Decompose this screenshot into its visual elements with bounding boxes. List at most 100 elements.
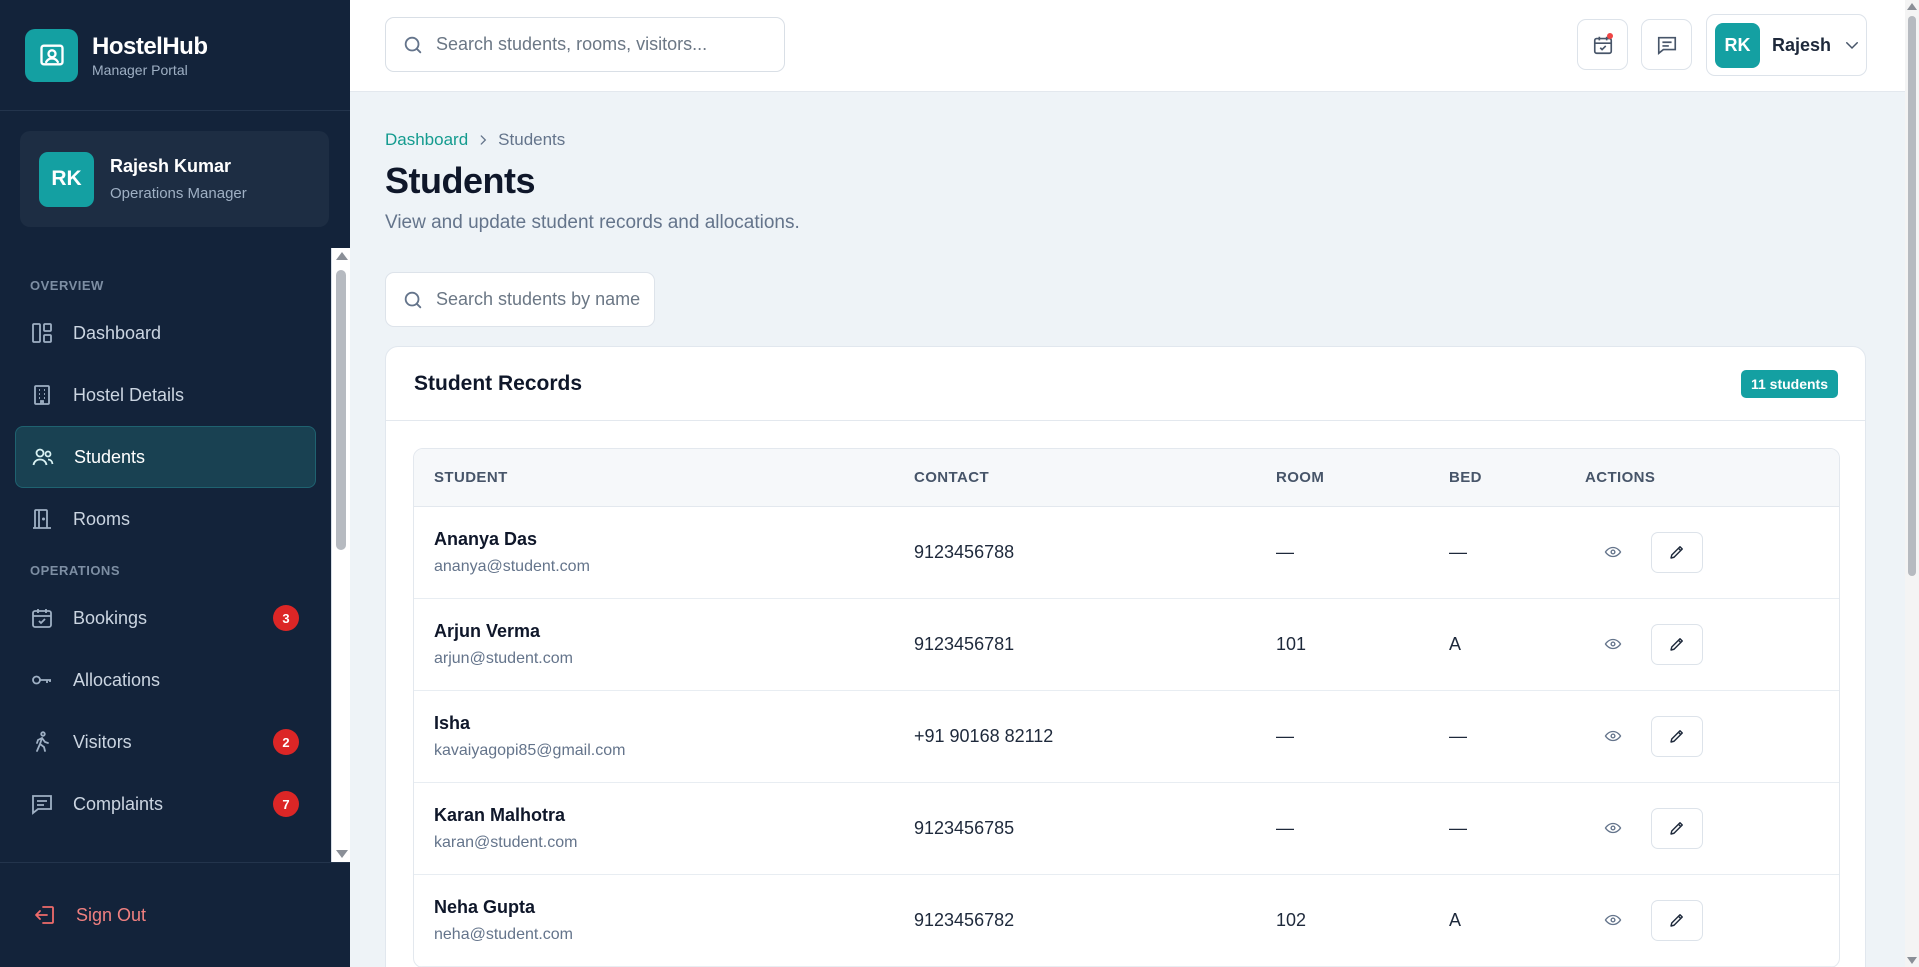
key-icon bbox=[30, 668, 54, 692]
brand-subtitle: Manager Portal bbox=[92, 61, 188, 78]
student-email: kavaiyagopi85@gmail.com bbox=[434, 741, 626, 759]
chevron-down-icon bbox=[1843, 36, 1861, 54]
scrollbar-thumb[interactable] bbox=[336, 270, 346, 550]
building-icon bbox=[30, 383, 54, 407]
student-bed: — bbox=[1449, 690, 1585, 783]
sidebar-item-dashboard[interactable]: Dashboard bbox=[15, 302, 316, 364]
pencil-icon bbox=[1668, 543, 1686, 561]
eye-icon[interactable] bbox=[1599, 814, 1627, 842]
column-header-contact[interactable]: CONTACT bbox=[914, 449, 1276, 507]
search-icon bbox=[402, 34, 424, 56]
message-icon bbox=[1656, 34, 1678, 56]
sidebar-item-allocations[interactable]: Allocations bbox=[15, 649, 316, 711]
student-contact: 9123456785 bbox=[914, 782, 1276, 875]
card-title: Student Records bbox=[414, 371, 583, 395]
avatar: RK bbox=[39, 151, 94, 207]
student-name: Karan Malhotra bbox=[434, 804, 566, 825]
sidebar-item-rooms[interactable]: Rooms bbox=[15, 488, 316, 550]
profile-card[interactable]: RK Rajesh Kumar Operations Manager bbox=[20, 131, 329, 227]
pencil-icon bbox=[1668, 819, 1686, 837]
edit-button[interactable] bbox=[1651, 715, 1703, 757]
column-header-bed[interactable]: BED bbox=[1449, 449, 1585, 507]
sidebar-item-bookings[interactable]: Bookings 3 bbox=[15, 587, 316, 649]
student-room: — bbox=[1276, 782, 1449, 875]
eye-icon[interactable] bbox=[1599, 906, 1627, 934]
sidebar-item-label: Dashboard bbox=[73, 322, 162, 343]
brand[interactable]: HostelHub Manager Portal bbox=[0, 0, 350, 111]
user-menu-button[interactable]: RK Rajesh bbox=[1706, 14, 1867, 76]
scroll-down-icon[interactable] bbox=[336, 850, 348, 858]
edit-button[interactable] bbox=[1651, 623, 1703, 665]
eye-icon[interactable] bbox=[1599, 722, 1627, 750]
student-room: 102 bbox=[1276, 874, 1449, 967]
sidebar-nav: OVERVIEW Dashboard Hostel Details Studen… bbox=[0, 248, 331, 862]
student-room: — bbox=[1276, 506, 1449, 599]
sidebar-item-complaints[interactable]: Complaints 7 bbox=[15, 773, 316, 835]
sidebar-item-students[interactable]: Students bbox=[15, 426, 316, 488]
breadcrumb-current: Students bbox=[498, 130, 566, 149]
student-count-badge: 11 students bbox=[1740, 370, 1838, 398]
table-row[interactable]: Isha kavaiyagopi85@gmail.com +91 90168 82… bbox=[414, 690, 1839, 783]
page-title: Students bbox=[385, 160, 536, 201]
scroll-up-icon[interactable] bbox=[336, 252, 348, 260]
messages-button[interactable] bbox=[1641, 19, 1692, 70]
nav-section-overview: OVERVIEW bbox=[30, 278, 104, 293]
sidebar-item-label: Hostel Details bbox=[73, 384, 185, 405]
student-search[interactable] bbox=[385, 272, 655, 327]
table-row[interactable]: Neha Gupta neha@student.com 9123456782 10… bbox=[414, 874, 1839, 967]
edit-button[interactable] bbox=[1651, 899, 1703, 941]
pencil-icon bbox=[1668, 635, 1686, 653]
student-name: Arjun Verma bbox=[434, 620, 541, 641]
student-contact: 9123456788 bbox=[914, 506, 1276, 599]
page-scrollbar[interactable] bbox=[1905, 0, 1919, 967]
student-contact: 9123456781 bbox=[914, 598, 1276, 691]
calendar-button[interactable] bbox=[1577, 19, 1628, 70]
top-bar: RK Rajesh bbox=[350, 0, 1905, 92]
student-bed: — bbox=[1449, 782, 1585, 875]
student-email: ananya@student.com bbox=[434, 557, 590, 575]
sidebar-item-hostel-details[interactable]: Hostel Details bbox=[15, 364, 316, 426]
students-table: STUDENT CONTACT ROOM BED ACTIONS Ananya … bbox=[413, 448, 1840, 967]
nav-section-operations: OPERATIONS bbox=[30, 563, 120, 578]
eye-icon[interactable] bbox=[1599, 630, 1627, 658]
sidebar-item-visitors[interactable]: Visitors 2 bbox=[15, 711, 316, 773]
calendar-check-icon bbox=[30, 606, 54, 630]
student-email: neha@student.com bbox=[434, 925, 573, 943]
pencil-icon bbox=[1668, 911, 1686, 929]
sidebar-item-label: Allocations bbox=[73, 669, 161, 690]
count-badge: 2 bbox=[273, 729, 299, 755]
global-search[interactable] bbox=[385, 17, 785, 72]
table-row[interactable]: Arjun Verma arjun@student.com 9123456781 … bbox=[414, 598, 1839, 691]
walking-person-icon bbox=[30, 730, 54, 754]
student-bed: — bbox=[1449, 506, 1585, 599]
student-search-input[interactable] bbox=[436, 289, 641, 310]
message-icon bbox=[30, 792, 54, 816]
sidebar-item-label: Students bbox=[74, 446, 146, 467]
student-room: 101 bbox=[1276, 598, 1449, 691]
global-search-input[interactable] bbox=[436, 34, 766, 55]
column-header-student[interactable]: STUDENT bbox=[414, 449, 914, 507]
table-row[interactable]: Karan Malhotra karan@student.com 91234567… bbox=[414, 782, 1839, 875]
edit-button[interactable] bbox=[1651, 807, 1703, 849]
table-row[interactable]: Ananya Das ananya@student.com 9123456788 … bbox=[414, 506, 1839, 599]
user-name: Rajesh bbox=[1772, 34, 1832, 55]
scroll-down-icon[interactable] bbox=[1907, 957, 1917, 964]
pencil-icon bbox=[1668, 727, 1686, 745]
brand-name: HostelHub bbox=[92, 32, 208, 60]
avatar: RK bbox=[1715, 22, 1760, 68]
edit-button[interactable] bbox=[1651, 531, 1703, 573]
scrollbar-thumb[interactable] bbox=[1908, 16, 1916, 576]
student-email: karan@student.com bbox=[434, 833, 578, 851]
logout-icon bbox=[33, 903, 57, 927]
sign-out-button[interactable]: Sign Out bbox=[0, 862, 350, 967]
column-header-room[interactable]: ROOM bbox=[1276, 449, 1449, 507]
count-badge: 3 bbox=[273, 605, 299, 631]
scroll-up-icon[interactable] bbox=[1907, 3, 1917, 10]
id-badge-icon bbox=[25, 28, 78, 82]
student-name: Neha Gupta bbox=[434, 896, 536, 917]
breadcrumb-dashboard-link[interactable]: Dashboard bbox=[385, 130, 468, 150]
sidebar-scrollbar[interactable] bbox=[331, 248, 350, 862]
search-icon bbox=[402, 289, 424, 311]
door-icon bbox=[30, 507, 54, 531]
eye-icon[interactable] bbox=[1599, 538, 1627, 566]
